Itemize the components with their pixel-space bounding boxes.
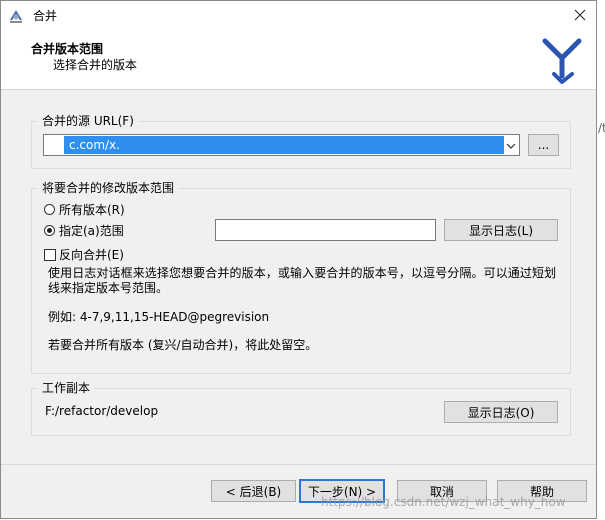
back-button[interactable]: < 后退(B) (211, 480, 296, 502)
page-subtitle: 选择合并的版本 (53, 58, 138, 72)
radio-all-revisions[interactable] (44, 204, 55, 215)
show-log-working-copy-button[interactable]: 显示日志(O) (444, 401, 558, 423)
source-url-combobox[interactable]: c.com/x. (43, 134, 520, 156)
range-note-text: 若要合并所有版本 (复兴/自动合并)，将此处留空。 (48, 338, 318, 352)
chevron-down-icon[interactable] (505, 140, 517, 150)
watermark: https://blog.csdn.net/wzj_what_why_how (321, 495, 566, 509)
range-example-text: 例如: 4-7,9,11,15-HEAD@pegrevision (48, 310, 270, 324)
page-title: 合并版本范围 (31, 42, 104, 56)
reverse-merge-label[interactable]: 反向合并(E) (59, 248, 124, 262)
source-url-value: c.com/x. (69, 138, 120, 152)
radio-specific-range[interactable] (44, 225, 55, 236)
revision-range-label: 将要合并的修改版本范围 (38, 181, 179, 195)
source-url-label: 合并的源 URL(F) (38, 114, 138, 128)
app-icon (8, 8, 24, 24)
radio-specific-range-label[interactable]: 指定(a)范围 (59, 224, 124, 238)
show-log-range-button[interactable]: 显示日志(L) (444, 219, 558, 241)
footer-divider (1, 464, 596, 465)
title-bar: 合并 (1, 1, 596, 31)
merge-logo-icon (542, 36, 582, 86)
merge-dialog: 合并 合并版本范围 选择合并的版本 合并的源 URL(F) c.com/x. .… (0, 0, 597, 519)
background-text-fragment: /t (598, 121, 605, 135)
wizard-header: 合并版本范围 选择合并的版本 (1, 31, 596, 90)
working-copy-path: F:/refactor/develop (45, 404, 159, 418)
reverse-merge-checkbox[interactable] (44, 249, 56, 261)
url-selection-highlight (64, 136, 504, 154)
window-title: 合并 (33, 9, 58, 23)
radio-all-revisions-label[interactable]: 所有版本(R) (59, 203, 125, 217)
working-copy-label: 工作副本 (38, 381, 95, 395)
close-icon[interactable] (573, 8, 587, 22)
browse-button[interactable]: ... (528, 134, 559, 156)
range-help-text-1: 使用日志对话框来选择您想要合并的版本，或输入要合并的版本号，以逗号分隔。可以通过… (48, 266, 557, 280)
revision-range-input[interactable] (215, 219, 436, 241)
background-window-edge (597, 0, 605, 520)
range-help-text-2: 线来指定版本号范围。 (48, 281, 169, 295)
